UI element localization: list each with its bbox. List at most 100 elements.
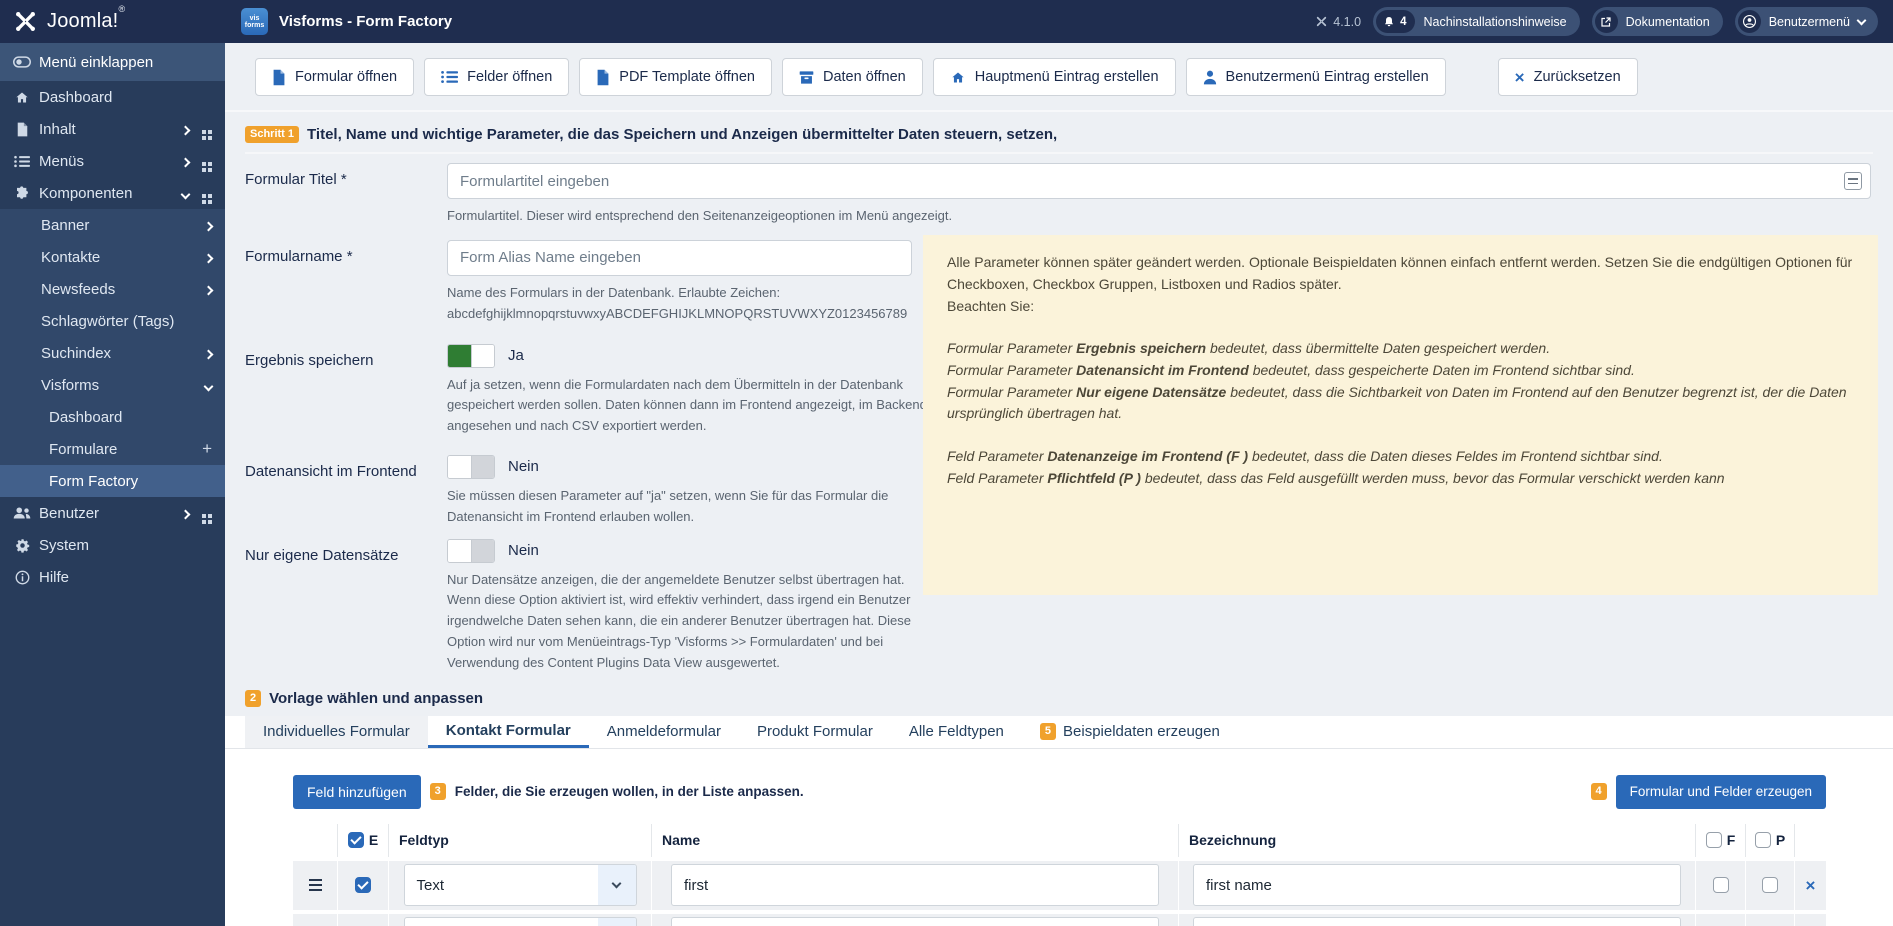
row-select-checkbox[interactable] xyxy=(355,877,371,894)
sidebar-item-visforms[interactable]: Visforms xyxy=(0,369,225,401)
notice-field-parameter-lines: Feld Parameter Datenanzeige im Frontend … xyxy=(947,446,1854,489)
puzzle-icon xyxy=(12,185,32,201)
documentation-pill[interactable]: Dokumentation xyxy=(1591,7,1723,36)
daten-ffnen-button[interactable]: Daten öffnen xyxy=(781,58,923,96)
list-icon xyxy=(441,70,459,84)
sidebar-item-form-factory[interactable]: Form Factory xyxy=(0,465,225,497)
f-all-checkbox[interactable] xyxy=(1705,832,1722,849)
sidebar-item-formulare[interactable]: Formulare + xyxy=(0,433,225,465)
formular-titel-help: Formulartitel. Dieser wird entsprechend … xyxy=(447,208,953,224)
felder-ffnen-button[interactable]: Felder öffnen xyxy=(424,58,570,96)
toggle-label: Datenansicht im Frontend xyxy=(245,462,417,480)
documentation-label: Dokumentation xyxy=(1625,14,1710,29)
sidebar-item-komponenten[interactable]: Komponenten xyxy=(0,177,225,209)
formular-titel-label: Formular Titel * xyxy=(245,171,347,189)
section2-heading: 2 Vorlage wählen und anpassen xyxy=(245,689,1893,707)
sidebar-item-men-s[interactable]: Menüs xyxy=(0,145,225,177)
f-checkbox[interactable] xyxy=(1712,877,1729,894)
joomla-version: 4.1.0 xyxy=(1315,15,1361,29)
formularname-help: Name des Formulars in der Datenbank. Erl… xyxy=(447,284,908,321)
chevron-right-icon xyxy=(203,217,214,234)
sidebar-item-label: Schlagwörter (Tags) xyxy=(41,312,175,330)
notifications-label: Nachinstallationshinweise xyxy=(1423,14,1567,29)
sidebar-item-trailing xyxy=(203,217,214,234)
tab-alle-feldtypen[interactable]: Alle Feldtypen xyxy=(891,716,1022,748)
step1-badge: Schritt 1 xyxy=(245,126,300,144)
usermenu-pill[interactable]: Benutzermenü xyxy=(1734,7,1878,36)
header-select-all: E xyxy=(338,823,389,857)
select-all-checkbox[interactable] xyxy=(347,832,364,849)
file-icon xyxy=(12,122,32,137)
field-label-input[interactable] xyxy=(1193,917,1681,926)
main-content: Formular öffnen Felder öffnen PDF Template… xyxy=(225,43,1893,926)
hauptmen-eintrag-erstellen-button[interactable]: Hauptmenü Eintrag erstellen xyxy=(932,58,1176,96)
p-checkbox[interactable] xyxy=(1762,877,1778,894)
tab-label: Individuelles Formular xyxy=(263,723,410,741)
sidebar-item-schlagw-rter-tags-[interactable]: Schlagwörter (Tags) xyxy=(0,305,225,337)
sidebar-item-trailing xyxy=(203,377,214,394)
sidebar-item-dashboard[interactable]: Dashboard xyxy=(0,81,225,113)
sidebar-item-suchindex[interactable]: Suchindex xyxy=(0,337,225,369)
sidebar: Menü einklappen Dashboard Inhalt Menüs K… xyxy=(0,43,225,926)
benutzermen-eintrag-erstellen-button[interactable]: Benutzermenü Eintrag erstellen xyxy=(1185,58,1446,96)
sidebar-item-men-einklappen[interactable]: Menü einklappen xyxy=(0,43,225,81)
toggle-switch[interactable] xyxy=(447,454,495,479)
formular-titel-input[interactable] xyxy=(447,163,1871,200)
formular-ffnen-button[interactable]: Formular öffnen xyxy=(255,58,415,96)
sidebar-item-label: Komponenten xyxy=(39,184,133,202)
sidebar-item-label: Visforms xyxy=(41,376,100,394)
create-form-fields-button[interactable]: Formular und Felder erzeugen xyxy=(1615,774,1826,809)
sidebar-item-label: Dashboard xyxy=(49,408,123,426)
header-e-label: E xyxy=(368,832,379,849)
file-icon xyxy=(596,69,610,86)
reset-button[interactable]: × Zurücksetzen xyxy=(1497,58,1638,96)
chevron-right-icon xyxy=(203,281,214,298)
pdf-template-ffnen-button[interactable]: PDF Template öffnen xyxy=(579,58,772,96)
sidebar-item-dashboard[interactable]: Dashboard xyxy=(0,401,225,433)
tab-anmeldeformular[interactable]: Anmeldeformular xyxy=(589,716,739,748)
file-icon xyxy=(272,69,286,86)
tab-kontakt-formular[interactable]: Kontakt Formular xyxy=(427,716,589,748)
toggle-value: Ja xyxy=(508,347,524,365)
field-name-input[interactable] xyxy=(671,917,1159,926)
header-f-label: F xyxy=(1726,832,1736,849)
feldtyp-select[interactable]: Text xyxy=(403,864,637,907)
input-options-icon[interactable] xyxy=(1844,172,1862,191)
toggle-help: Sie müssen diesen Parameter auf "ja" set… xyxy=(447,487,889,524)
add-field-button[interactable]: Feld hinzufügen xyxy=(293,774,421,809)
table-row: Text × xyxy=(293,913,1826,926)
field-name-input[interactable] xyxy=(671,864,1159,907)
feldtyp-select[interactable]: Text xyxy=(403,917,637,926)
formularname-input[interactable] xyxy=(447,239,912,276)
sidebar-item-newsfeeds[interactable]: Newsfeeds xyxy=(0,273,225,305)
sidebar-item-trailing xyxy=(203,345,214,362)
tab-label: Kontakt Formular xyxy=(445,721,571,739)
delete-row-button[interactable]: × xyxy=(1806,877,1816,894)
list-icon xyxy=(12,155,32,168)
notifications-pill[interactable]: 4 Nachinstallationshinweise xyxy=(1373,7,1580,36)
p-all-checkbox[interactable] xyxy=(1754,832,1771,849)
template-tabs: Individuelles Formular Kontakt Formular An… xyxy=(225,715,1893,749)
drag-handle-icon[interactable] xyxy=(308,879,322,892)
fields-panel: Feld hinzufügen 3 Felder, die Sie erzeug… xyxy=(225,748,1893,926)
toggle-switch[interactable] xyxy=(447,343,495,368)
joomla-logo-icon xyxy=(13,9,38,34)
sidebar-item-hilfe[interactable]: Hilfe xyxy=(0,561,225,593)
toggle-label: Nur eigene Datensätze xyxy=(245,546,399,564)
step3-badge: 3 xyxy=(429,783,446,801)
builder-hint: Felder, die Sie erzeugen wollen, in der … xyxy=(454,784,804,800)
sidebar-item-inhalt[interactable]: Inhalt xyxy=(0,113,225,145)
sidebar-item-benutzer[interactable]: Benutzer xyxy=(0,497,225,529)
sidebar-item-kontakte[interactable]: Kontakte xyxy=(0,241,225,273)
toggle-value: Nein xyxy=(508,542,539,560)
sidebar-item-system[interactable]: System xyxy=(0,529,225,561)
tab-label: Alle Feldtypen xyxy=(908,723,1004,741)
tab-beispieldaten-erzeugen[interactable]: 5 Beispieldaten erzeugen xyxy=(1022,716,1238,748)
tab-produkt-formular[interactable]: Produkt Formular xyxy=(739,716,891,748)
toggle-switch[interactable] xyxy=(447,538,495,563)
grid-icon xyxy=(202,185,212,202)
sidebar-item-banner[interactable]: Banner xyxy=(0,209,225,241)
joomla-version-icon xyxy=(1317,16,1327,27)
field-label-input[interactable] xyxy=(1193,864,1681,907)
tab-individuelles-formular[interactable]: Individuelles Formular xyxy=(245,715,428,748)
